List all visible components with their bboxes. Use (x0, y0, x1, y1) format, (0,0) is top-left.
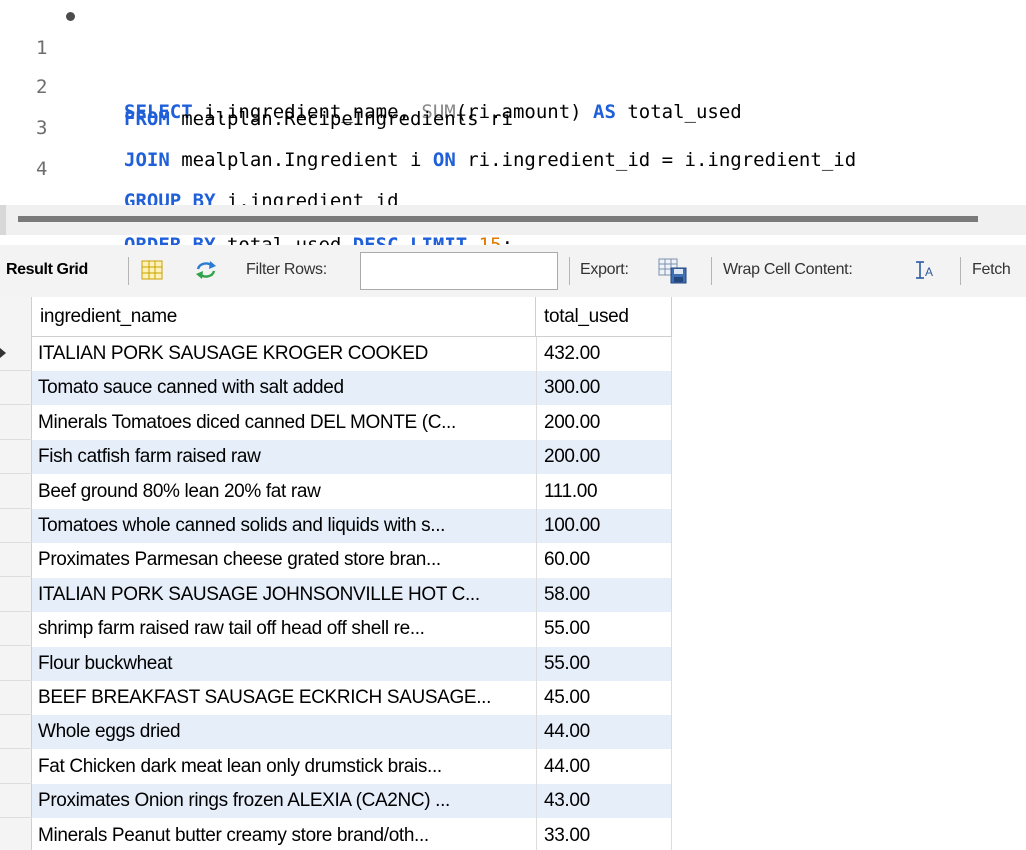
table-row[interactable]: BEEF BREAKFAST SAUSAGE ECKRICH SAUSAGE..… (32, 681, 672, 715)
table-row[interactable]: shrimp farm raised raw tail off head off… (32, 612, 672, 646)
cell-ingredient-name[interactable]: Tomato sauce canned with salt added (32, 371, 536, 405)
svg-text:A: A (925, 265, 933, 279)
wrap-cell-content-label: Wrap Cell Content: (723, 261, 853, 278)
row-header[interactable] (0, 715, 32, 750)
table-row[interactable]: Tomatoes whole canned solids and liquids… (32, 509, 672, 543)
cell-total-used[interactable]: 100.00 (536, 509, 672, 543)
column-header-total-used[interactable]: total_used (536, 297, 672, 337)
cell-total-used[interactable]: 55.00 (536, 612, 672, 646)
toolbar-divider (960, 257, 961, 285)
table-row[interactable]: ITALIAN PORK SAUSAGE JOHNSONVILLE HOT C.… (32, 577, 672, 612)
filter-rows-input[interactable] (360, 252, 558, 290)
row-header[interactable] (0, 784, 32, 819)
refresh-icon[interactable] (194, 260, 218, 280)
row-header[interactable] (0, 371, 32, 406)
table-row[interactable]: ITALIAN PORK SAUSAGE KROGER COOKED 432.00 (32, 337, 672, 371)
cell-total-used[interactable]: 60.00 (536, 543, 672, 577)
cell-ingredient-name[interactable]: ITALIAN PORK SAUSAGE KROGER COOKED (32, 337, 536, 371)
row-header[interactable] (0, 681, 32, 715)
table-row[interactable]: Minerals Peanut butter creamy store bran… (32, 819, 672, 850)
column-divider (671, 337, 672, 850)
table-row[interactable]: Whole eggs dried 44.00 (32, 715, 672, 750)
editor-horizontal-scrollbar[interactable] (0, 205, 1026, 235)
cell-ingredient-name[interactable]: ITALIAN PORK SAUSAGE JOHNSONVILLE HOT C.… (32, 578, 536, 612)
table-row[interactable]: Proximates Parmesan cheese grated store … (32, 543, 672, 577)
row-header[interactable] (0, 337, 32, 371)
fetch-rows-label: Fetch (972, 261, 1011, 278)
table-row[interactable]: Fat Chicken dark meat lean only drumstic… (32, 750, 672, 784)
cell-ingredient-name[interactable]: Minerals Tomatoes diced canned DEL MONTE… (32, 406, 536, 440)
export-label: Export: (580, 261, 629, 278)
table-row[interactable]: Flour buckwheat 55.00 (32, 646, 672, 681)
cell-total-used[interactable]: 58.00 (536, 578, 672, 612)
cell-total-used[interactable]: 111.00 (536, 475, 672, 509)
toolbar-divider (569, 257, 570, 285)
cell-ingredient-name[interactable]: Proximates Onion rings frozen ALEXIA (CA… (32, 784, 536, 818)
row-header[interactable] (0, 647, 32, 681)
cell-total-used[interactable]: 45.00 (536, 681, 672, 715)
cell-total-used[interactable]: 33.00 (536, 819, 672, 850)
cell-ingredient-name[interactable]: Whole eggs dried (32, 715, 536, 749)
toolbar-divider (711, 257, 712, 285)
cell-total-used[interactable]: 44.00 (536, 750, 672, 784)
row-header-gutter (0, 297, 32, 850)
row-header[interactable] (0, 475, 32, 509)
scrollbar-edge (0, 205, 6, 235)
table-row[interactable]: Minerals Tomatoes diced canned DEL MONTE… (32, 406, 672, 440)
code-line-5[interactable]: 5 ORDER BY total_used DESC LIMIT 15; (0, 165, 1026, 256)
row-header[interactable] (0, 406, 32, 440)
statement-marker-icon (66, 12, 75, 21)
table-row[interactable]: Tomato sauce canned with salt added 300.0… (32, 371, 672, 406)
cell-ingredient-name[interactable]: Fat Chicken dark meat lean only drumstic… (32, 750, 536, 784)
row-header[interactable] (0, 440, 32, 475)
cell-ingredient-name[interactable]: Tomatoes whole canned solids and liquids… (32, 509, 536, 543)
column-header-ingredient-name[interactable]: ingredient_name (32, 297, 536, 337)
cell-total-used[interactable]: 432.00 (536, 337, 672, 371)
cell-total-used[interactable]: 300.00 (536, 371, 672, 405)
cell-ingredient-name[interactable]: BEEF BREAKFAST SAUSAGE ECKRICH SAUSAGE..… (32, 681, 536, 715)
table-row[interactable]: Fish catfish farm raised raw 200.00 (32, 440, 672, 475)
code-line-4[interactable]: 4 GROUP BY i.ingredient_id (0, 121, 1026, 212)
cell-total-used[interactable]: 55.00 (536, 647, 672, 681)
cell-total-used[interactable]: 200.00 (536, 440, 672, 474)
export-icon[interactable] (658, 258, 688, 284)
row-header[interactable] (0, 819, 32, 850)
row-header[interactable] (0, 612, 32, 647)
row-header[interactable] (0, 509, 32, 543)
cell-total-used[interactable]: 200.00 (536, 406, 672, 440)
result-grid-tab[interactable]: Result Grid (6, 261, 88, 279)
cell-ingredient-name[interactable]: shrimp farm raised raw tail off head off… (32, 612, 536, 646)
result-grid[interactable]: ingredient_name total_used ITALIAN PORK … (0, 297, 1026, 850)
row-header[interactable] (0, 543, 32, 578)
row-header[interactable] (0, 750, 32, 784)
cell-ingredient-name[interactable]: Proximates Parmesan cheese grated store … (32, 543, 536, 577)
scrollbar-thumb[interactable] (18, 216, 978, 222)
code-line-1[interactable]: 1 SELECT i.ingredient_name, SUM(ri.amoun… (0, 0, 1026, 123)
code-line-2[interactable]: 2 FROM mealplan.RecipeIngredients ri (0, 39, 1026, 130)
toolbar-divider (128, 257, 129, 285)
cell-ingredient-name[interactable]: Minerals Peanut butter creamy store bran… (32, 819, 536, 850)
wrap-text-icon[interactable]: A (913, 259, 939, 281)
code-line-3[interactable]: 3 JOIN mealplan.Ingredient i ON ri.ingre… (0, 80, 1026, 171)
current-row-pointer-icon (0, 348, 6, 358)
column-divider (536, 337, 537, 850)
filter-rows-label: Filter Rows: (246, 261, 327, 278)
cell-ingredient-name[interactable]: Flour buckwheat (32, 647, 536, 681)
cell-total-used[interactable]: 43.00 (536, 784, 672, 818)
table-row[interactable]: Beef ground 80% lean 20% fat raw 111.00 (32, 475, 672, 509)
cell-ingredient-name[interactable]: Fish catfish farm raised raw (32, 440, 536, 474)
table-row[interactable]: Proximates Onion rings frozen ALEXIA (CA… (32, 784, 672, 819)
result-toolbar: Result Grid Filter Rows: Export: Wrap Ce… (0, 245, 1026, 297)
row-header[interactable] (0, 578, 32, 612)
cell-total-used[interactable]: 44.00 (536, 715, 672, 749)
cell-ingredient-name[interactable]: Beef ground 80% lean 20% fat raw (32, 475, 536, 509)
sql-editor[interactable]: 1 SELECT i.ingredient_name, SUM(ri.amoun… (0, 0, 1026, 256)
grid-layout-icon[interactable] (141, 260, 163, 280)
